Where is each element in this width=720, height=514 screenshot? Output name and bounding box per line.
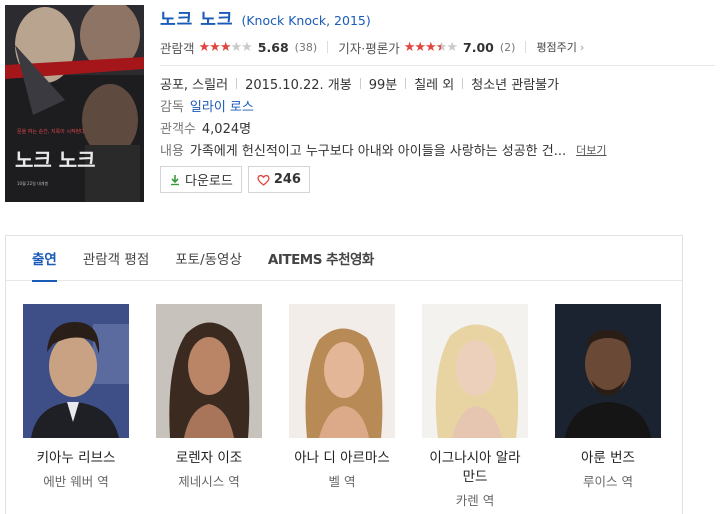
actor-role: 제네시스 역 — [178, 474, 240, 489]
like-count: 246 — [273, 172, 301, 187]
audience-score: 5.68 — [257, 39, 289, 55]
actor-role: 루이스 역 — [583, 474, 633, 489]
cast-member[interactable]: 키아누 리브스 에반 웨버 역 — [20, 304, 132, 490]
critic-score: 7.00 — [463, 39, 494, 55]
tab-aitems-recommendations[interactable]: AITEMS 추천영화 — [268, 236, 374, 281]
actor-photo[interactable] — [289, 304, 395, 438]
cast-member[interactable]: 이그나시아 알라 만드 카렌 역 — [419, 304, 531, 509]
audience-stars: ★★★★★ — [198, 39, 253, 55]
audience-rating-count: (38) — [294, 40, 318, 54]
action-buttons: 다운로드 246 — [160, 166, 715, 193]
divider — [236, 78, 238, 89]
audience-total-row: 관객수 4,024명 — [160, 117, 715, 138]
movie-poster[interactable]: 문을 여는 순간, 지옥이 시작된다 노크 노크 10월 22일 대개봉 — [5, 5, 144, 202]
actor-name-line: 만드 — [462, 469, 488, 485]
chevron-right-icon: › — [579, 40, 585, 54]
divider — [462, 78, 464, 89]
actor-name[interactable]: 키아누 리브스 — [20, 449, 132, 468]
actor-name[interactable]: 이그나시아 알라 만드 — [419, 449, 531, 487]
actor-photo[interactable] — [156, 304, 262, 438]
movie-info: 노크 노크 (Knock Knock, 2015) 관람객 ★★★★★ 5.68… — [160, 5, 715, 193]
divider — [359, 78, 361, 89]
tab-cast[interactable]: 출연 — [32, 236, 57, 282]
cast-member[interactable]: 아룬 번즈 루이스 역 — [552, 304, 664, 490]
divider — [525, 41, 527, 53]
svg-text:문을 여는 순간, 지옥이 시작된다: 문을 여는 순간, 지옥이 시작된다 — [17, 128, 85, 135]
divider — [160, 65, 715, 66]
tab-audience-ratings[interactable]: 관람객 평점 — [83, 236, 149, 281]
plot-text: 가족에게 헌신적이고 누구보다 아내와 아이들을 사랑하는 성공한 건... — [189, 144, 567, 159]
plot-row: 내용 가족에게 헌신적이고 누구보다 아내와 아이들을 사랑하는 성공한 건..… — [160, 139, 715, 160]
genre[interactable]: 공포, 스릴러 — [160, 74, 228, 93]
actor-role: 벨 역 — [328, 474, 356, 489]
cast-member[interactable]: 로렌자 이조 제네시스 역 — [153, 304, 265, 490]
cast-member[interactable]: 아나 디 아르마스 벨 역 — [286, 304, 398, 490]
rate-movie-link[interactable]: 평점주기 — [536, 39, 576, 55]
detail-panel: 출연 관람객 평점 포토/동영상 AITEMS 추천영화 키아누 리브스 에반 … — [5, 235, 683, 514]
critic-rating-label: 기자·평론가 — [338, 40, 400, 56]
runtime: 99분 — [368, 78, 398, 93]
download-button[interactable]: 다운로드 — [160, 166, 242, 193]
critic-stars: ★★★★★ — [403, 39, 458, 55]
plot-more-link[interactable]: 더보기 — [576, 142, 606, 158]
audience-total: 4,024명 — [201, 122, 252, 137]
age-rating[interactable]: 청소년 관람불가 — [471, 74, 559, 93]
actor-photo[interactable] — [422, 304, 528, 438]
like-button[interactable]: 246 — [247, 166, 310, 193]
divider — [405, 78, 407, 89]
movie-subtitle: (Knock Knock, 2015) — [241, 13, 371, 28]
release-date[interactable]: 2015.10.22. 개봉 — [245, 74, 352, 93]
cast-list: 키아누 리브스 에반 웨버 역 로렌자 이조 제네시스 역 아나 디 아르마스 … — [6, 304, 684, 514]
svg-text:노크 노크: 노크 노크 — [15, 148, 96, 172]
audience-total-label: 관객수 — [160, 122, 196, 137]
critic-rating-count: (2) — [499, 40, 516, 54]
director-name[interactable]: 일라이 로스 — [190, 96, 254, 115]
country[interactable]: 칠레 외 — [414, 74, 454, 93]
actor-photo[interactable] — [555, 304, 661, 438]
audience-rating-label: 관람객 — [160, 40, 195, 56]
actor-name[interactable]: 아나 디 아르마스 — [286, 449, 398, 468]
download-label: 다운로드 — [185, 174, 233, 189]
tab-bar: 출연 관람객 평점 포토/동영상 AITEMS 추천영화 — [6, 236, 682, 282]
actor-name-line: 이그나시아 알라 — [429, 450, 521, 466]
tab-photos-videos[interactable]: 포토/동영상 — [175, 236, 242, 281]
movie-summary: 공포, 스릴러 2015.10.22. 개봉 99분 칠레 외 청소년 관람불가 — [160, 73, 715, 94]
divider — [327, 41, 329, 53]
actor-role: 에반 웨버 역 — [43, 474, 109, 489]
plot-label: 내용 — [160, 144, 184, 159]
director-label: 감독 — [160, 100, 184, 115]
movie-title[interactable]: 노크 노크 — [160, 5, 233, 30]
download-icon — [169, 174, 181, 186]
actor-photo[interactable] — [23, 304, 129, 438]
svg-text:10월 22일 대개봉: 10월 22일 대개봉 — [17, 180, 48, 186]
rating-row: 관람객 ★★★★★ 5.68 (38) 기자·평론가 ★★★★★ 7.00 (2… — [160, 37, 715, 57]
actor-name[interactable]: 로렌자 이조 — [153, 449, 265, 468]
actor-role: 카렌 역 — [455, 493, 495, 508]
director-row: 감독 일라이 로스 — [160, 95, 715, 116]
actor-name[interactable]: 아룬 번즈 — [552, 449, 664, 468]
heart-icon — [257, 174, 270, 186]
